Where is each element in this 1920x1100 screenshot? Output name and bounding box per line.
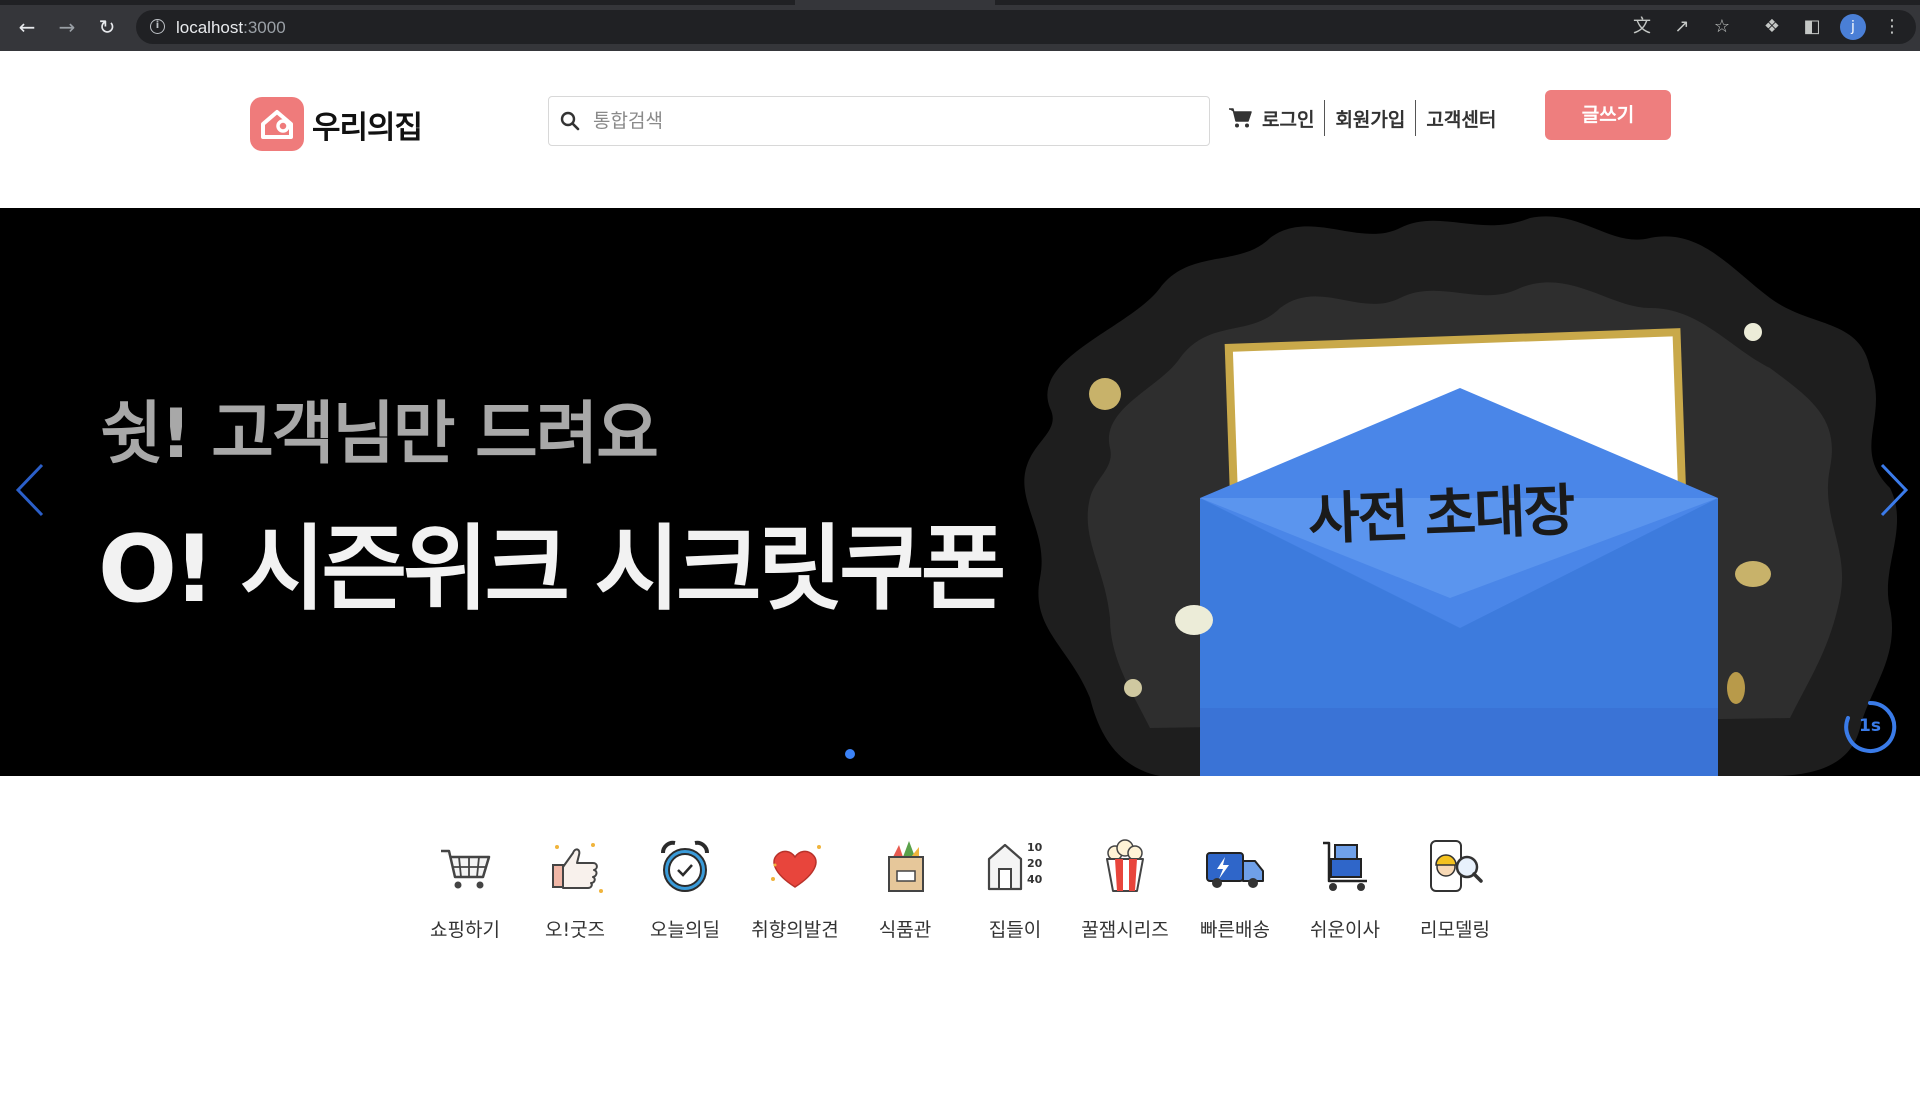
logo-text: 우리의집 bbox=[312, 109, 423, 146]
site-info-icon[interactable]: i bbox=[150, 19, 165, 34]
side-panel-icon[interactable]: ◧ bbox=[1800, 15, 1824, 39]
search-box[interactable] bbox=[548, 96, 1210, 146]
category-label: 쇼핑하기 bbox=[430, 919, 500, 941]
category-label: 식품관 bbox=[878, 919, 932, 941]
category-label: 취향의발견 bbox=[751, 919, 839, 941]
category-label: 오!굿즈 bbox=[544, 919, 606, 941]
category-item[interactable]: 쇼핑하기 bbox=[410, 835, 520, 942]
house-ages-icon: 10 20 40 bbox=[987, 841, 1043, 891]
category-label: 쉬운이사 bbox=[1310, 919, 1380, 941]
url-host: localhost bbox=[176, 18, 244, 37]
back-icon[interactable]: ← bbox=[14, 14, 40, 40]
category-item[interactable]: 꿀잼시리즈 bbox=[1070, 835, 1180, 942]
extensions-icon[interactable]: ❖ bbox=[1760, 15, 1784, 39]
banner-subtitle: 쉿! 고객님만 드려요 bbox=[100, 395, 659, 474]
delivery-truck-icon bbox=[1206, 852, 1264, 888]
cart-icon[interactable] bbox=[1228, 107, 1252, 129]
share-icon[interactable]: ↗ bbox=[1670, 15, 1694, 39]
category-item[interactable]: 취향의발견 bbox=[740, 835, 850, 942]
category-label: 집들이 bbox=[988, 919, 1042, 941]
moving-cart-icon bbox=[1323, 841, 1367, 891]
url-text[interactable]: localhost:3000 bbox=[176, 18, 286, 38]
browser-toolbar: ← → ↻ i localhost:3000 文 ↗ ☆ ❖ ◧ j ⋮ bbox=[0, 0, 1920, 51]
search-icon bbox=[560, 111, 580, 131]
site-logo[interactable]: 우리의집 bbox=[250, 97, 423, 151]
autoplay-timer-label: 1s bbox=[1859, 716, 1881, 736]
banner-prev-arrow-icon[interactable] bbox=[12, 460, 52, 520]
logo-house-icon bbox=[250, 97, 304, 151]
chrome-menu-icon[interactable]: ⋮ bbox=[1880, 15, 1904, 39]
reload-icon[interactable]: ↻ bbox=[94, 14, 120, 40]
category-menu: 쇼핑하기 오!굿즈 오늘의딜 취향의발견 식품관 10 20 40 집들이 꿀잼… bbox=[410, 835, 1510, 942]
remodeling-worker-icon bbox=[1430, 840, 1483, 892]
category-item[interactable]: 10 20 40 집들이 bbox=[960, 835, 1070, 942]
write-button[interactable]: 글쓰기 bbox=[1545, 90, 1671, 140]
thumbs-up-icon bbox=[552, 843, 603, 893]
url-port: :3000 bbox=[243, 18, 286, 37]
invitation-card-text: 사전 초대장 bbox=[1307, 478, 1575, 553]
banner-headline: O! 시즌위크 시크릿쿠폰 bbox=[98, 515, 1006, 623]
category-item[interactable]: 오늘의딜 bbox=[630, 835, 740, 942]
profile-avatar[interactable]: j bbox=[1840, 14, 1866, 40]
popcorn-icon bbox=[1106, 839, 1144, 892]
alarm-clock-icon bbox=[661, 840, 709, 892]
bookmark-star-icon[interactable]: ☆ bbox=[1710, 15, 1734, 39]
category-item[interactable]: 쉬운이사 bbox=[1290, 835, 1400, 942]
category-label: 리모델링 bbox=[1420, 919, 1490, 941]
category-item[interactable]: 리모델링 bbox=[1400, 835, 1510, 942]
signup-link[interactable]: 회원가입 bbox=[1335, 105, 1405, 132]
login-link[interactable]: 로그인 bbox=[1262, 105, 1314, 132]
banner-pagination-dot[interactable] bbox=[845, 749, 855, 759]
grocery-bag-icon bbox=[888, 841, 924, 892]
category-item[interactable]: 오!굿즈 bbox=[520, 835, 630, 942]
house-age-40: 40 bbox=[1027, 873, 1043, 886]
hero-banner[interactable]: 쉿! 고객님만 드려요 O! 시즌위크 시크릿쿠폰 사전 초대장 bbox=[0, 208, 1920, 776]
house-age-10: 10 bbox=[1027, 841, 1043, 854]
category-label: 꿀잼시리즈 bbox=[1081, 919, 1169, 941]
house-age-20: 20 bbox=[1027, 857, 1043, 870]
active-tab[interactable] bbox=[795, 0, 995, 5]
nav-divider bbox=[1415, 100, 1417, 136]
tab-strip bbox=[0, 0, 1920, 5]
support-link[interactable]: 고객센터 bbox=[1426, 105, 1496, 132]
shopping-cart-icon bbox=[441, 849, 491, 889]
search-input[interactable] bbox=[593, 103, 1193, 139]
forward-icon[interactable]: → bbox=[54, 14, 80, 40]
heart-icon bbox=[771, 845, 821, 888]
nav-divider bbox=[1324, 100, 1326, 136]
category-item[interactable]: 빠른배송 bbox=[1180, 835, 1290, 942]
category-label: 오늘의딜 bbox=[650, 919, 720, 941]
banner-next-arrow-icon[interactable] bbox=[1872, 460, 1912, 520]
category-label: 빠른배송 bbox=[1200, 919, 1270, 941]
header-nav: 로그인 회원가입 고객센터 bbox=[1228, 98, 1496, 138]
category-item[interactable]: 식품관 bbox=[850, 835, 960, 942]
translate-icon[interactable]: 文 bbox=[1630, 15, 1654, 39]
